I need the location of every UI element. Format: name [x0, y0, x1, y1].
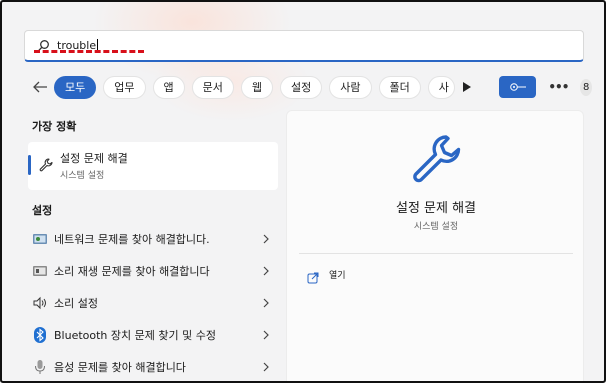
account-button[interactable]	[499, 76, 537, 98]
speaker-icon	[32, 295, 48, 311]
microphone-icon	[32, 359, 48, 375]
result-item-bluetooth[interactable]: Bluetooth 장치 문제 찾기 및 수정	[32, 322, 272, 348]
detail-title: 설정 문제 해결	[395, 201, 477, 216]
filter-chip-work[interactable]: 업무	[103, 75, 146, 99]
filter-chip-more[interactable]: 사	[427, 75, 455, 99]
chevron-right-icon	[262, 298, 272, 308]
wrench-icon	[38, 157, 54, 173]
result-item-label: Bluetooth 장치 문제 찾기 및 수정	[54, 329, 216, 342]
result-count-badge: 8	[580, 78, 592, 96]
sound-playback-icon	[32, 263, 48, 279]
result-item-sound-playback[interactable]: 소리 재생 문제를 찾아 해결합니다	[32, 258, 272, 284]
result-item-label: 소리 설정	[54, 297, 98, 310]
result-item-label: 음성 문제를 찾아 해결합니다	[54, 361, 186, 374]
network-troubleshoot-icon	[32, 231, 48, 247]
detail-panel: 설정 문제 해결 시스템 설정 열기	[286, 110, 584, 381]
start-search-window: trouble 모두 업무 앱 문서 웹 설정 사람 폴더 사 ••• 8 가장…	[0, 0, 606, 383]
result-item-sound-settings[interactable]: 소리 설정	[32, 290, 272, 316]
divider	[299, 253, 573, 254]
detail-subtitle: 시스템 설정	[413, 222, 459, 232]
chevron-right-icon	[262, 362, 272, 372]
filter-chip-apps[interactable]: 앱	[152, 75, 185, 99]
best-match-item[interactable]: 설정 문제 해결 시스템 설정	[28, 142, 278, 190]
back-arrow-icon[interactable]	[32, 76, 48, 98]
settings-heading: 설정	[32, 204, 53, 217]
chevron-right-icon	[262, 330, 272, 340]
best-match-heading: 가장 정확	[32, 120, 77, 133]
best-match-subtitle: 시스템 설정	[60, 171, 105, 181]
search-box[interactable]: trouble	[24, 30, 584, 62]
filter-chip-people[interactable]: 사람	[329, 75, 372, 99]
filter-chip-web[interactable]: 웹	[240, 75, 273, 99]
chevron-right-icon	[262, 266, 272, 276]
filter-bar: 모두 업무 앱 문서 웹 설정 사람 폴더 사 ••• 8	[32, 75, 592, 99]
filter-chip-all[interactable]: 모두	[54, 75, 97, 99]
result-item-label: 소리 재생 문제를 찾아 해결합니다	[54, 265, 210, 278]
annotation-dashed-underline	[34, 50, 144, 53]
best-match-title: 설정 문제 해결	[60, 152, 128, 165]
open-action[interactable]: 열기	[307, 268, 346, 283]
result-item-network[interactable]: 네트워크 문제를 찾아 해결합니다.	[32, 226, 272, 252]
wrench-large-icon	[408, 131, 464, 187]
open-label: 열기	[329, 271, 346, 281]
filter-chip-documents[interactable]: 문서	[191, 75, 234, 99]
filter-chip-settings[interactable]: 설정	[280, 75, 323, 99]
bluetooth-icon	[32, 327, 48, 343]
more-options-icon[interactable]: •••	[548, 80, 569, 94]
chevron-right-icon	[262, 234, 272, 244]
result-item-label: 네트워크 문제를 찾아 해결합니다.	[54, 233, 210, 246]
scroll-right-icon[interactable]	[462, 77, 472, 97]
filter-chip-folders[interactable]: 폴더	[378, 75, 421, 99]
open-external-icon	[307, 269, 319, 283]
result-item-speech[interactable]: 음성 문제를 찾아 해결합니다	[32, 354, 272, 380]
selection-indicator	[28, 155, 31, 175]
